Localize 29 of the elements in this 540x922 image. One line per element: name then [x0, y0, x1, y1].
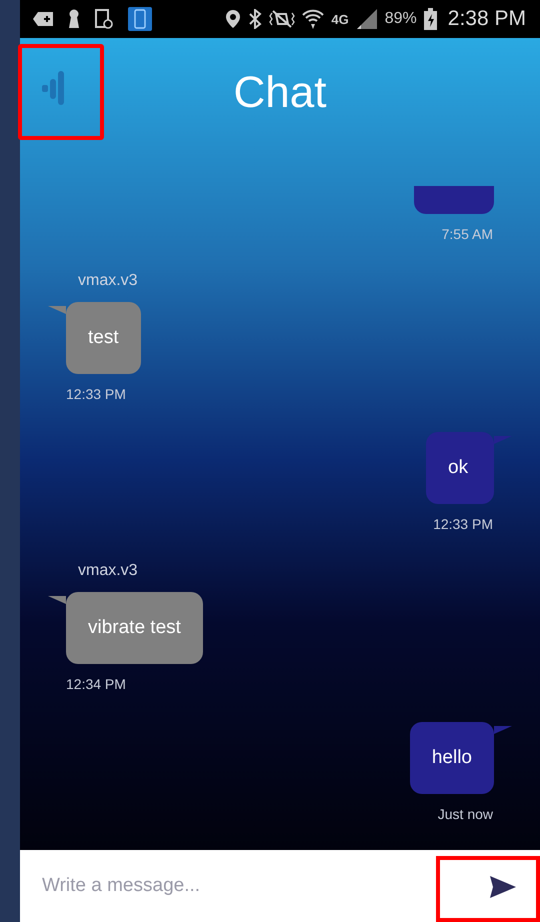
message-time: Just now	[438, 806, 494, 822]
bluetooth-icon	[248, 9, 262, 29]
send-icon	[490, 876, 516, 898]
bubble-tail-icon	[48, 596, 66, 604]
send-button[interactable]	[436, 856, 540, 922]
message-input[interactable]: Write a message...	[20, 875, 436, 897]
location-icon	[225, 9, 242, 29]
message-time: 12:33 PM	[65, 386, 126, 402]
vibrate-off-icon	[269, 9, 296, 29]
wifi-icon	[302, 8, 324, 30]
page-title: Chat	[234, 68, 326, 118]
message-time: 12:34 PM	[65, 676, 126, 692]
battery-percent: 89%	[384, 10, 417, 28]
app-icon	[128, 7, 152, 31]
bubble-tail-icon	[494, 436, 512, 444]
network-type: 4G	[331, 12, 349, 26]
keyhole-icon	[68, 9, 80, 29]
signal-bars-icon	[42, 71, 64, 105]
battery-charging-icon	[424, 8, 437, 30]
signal-icon	[356, 8, 378, 30]
screen-rotate-icon	[94, 9, 114, 29]
status-time: 2:38 PM	[448, 7, 526, 31]
bubble-tail-icon	[48, 306, 66, 314]
message-time: 7:55 AM	[442, 226, 494, 242]
message-time: 12:33 PM	[433, 516, 494, 532]
notification-icon	[32, 11, 54, 27]
sender-name: vmax.v3	[77, 272, 138, 290]
sender-name: vmax.v3	[77, 562, 138, 580]
bubble-tail-icon	[494, 726, 512, 734]
